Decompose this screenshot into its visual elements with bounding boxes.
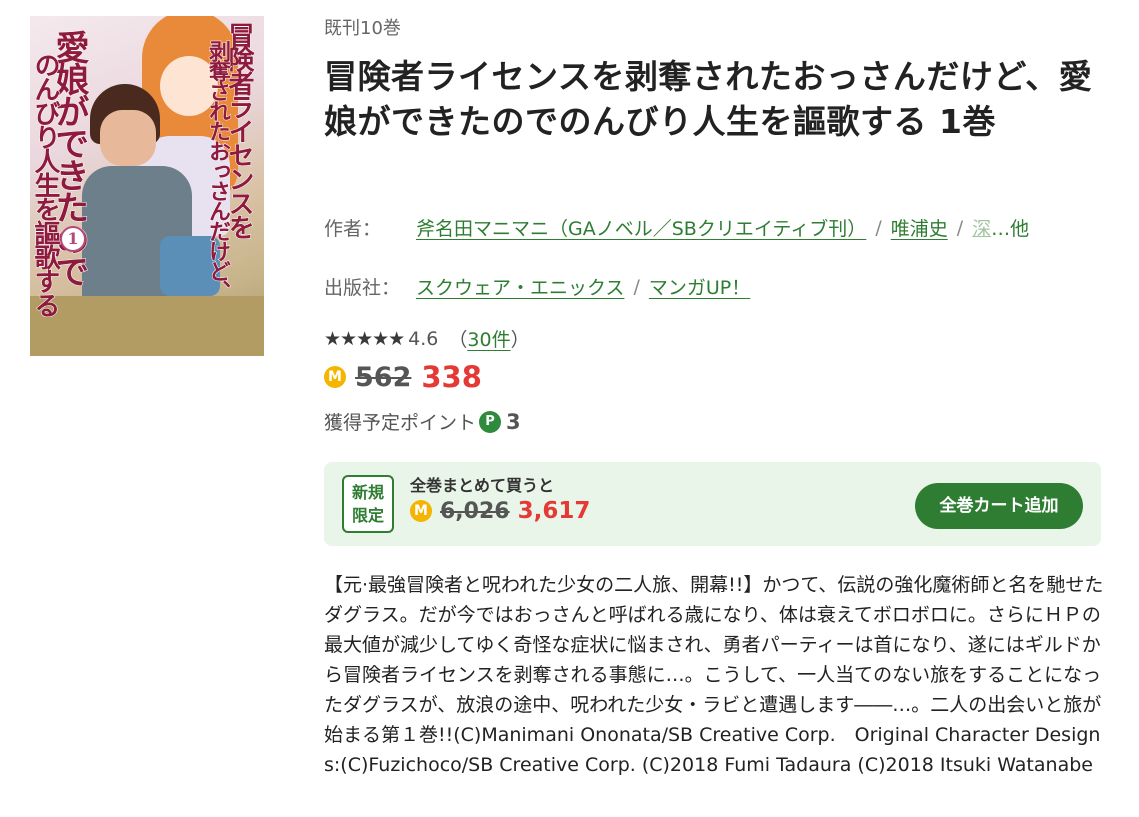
book-title: 冒険者ライセンスを剥奪されたおっさんだけど、愛娘ができたのでのんびり人生を謳歌す… [324,57,1093,141]
bulk-price: M 6,026 3,617 [410,498,590,524]
points-value: 3 [506,409,521,434]
author-more-link[interactable]: …他 [991,214,1029,241]
points: 獲得予定ポイント P 3 [324,408,521,435]
publisher-label: 出版社： [324,277,401,299]
rating-paren-close: ） [510,329,530,351]
sale-price: 338 [421,360,482,394]
separator: / [956,216,964,239]
cover-art-ground [30,296,264,356]
rating-paren-open: （ [448,329,468,351]
publisher-link-1[interactable]: スクウェア・エニックス [416,273,624,300]
publisher-link-2[interactable]: マンガUP！ [649,273,750,300]
rating-value: 4.6 [408,327,439,350]
badge-line-1: 新規 [351,483,384,502]
bulk-sale-price: 3,617 [517,498,591,524]
bulk-original-price: 6,026 [440,498,510,524]
price: M 562 338 [324,360,482,394]
author-link-1[interactable]: 斧名田マニマニ（GAノベル／SBクリエイティブ刊） [416,214,866,241]
coin-icon: M [324,366,346,388]
star-rating-icon: ★★★★★ [324,327,405,350]
book-cover-image[interactable]: 冒険者ライセンスを 剥奪されたおっさんだけど、 愛娘ができたので のんびり人生を… [30,16,264,356]
cover-title-line-4: のんびり人生を謳歌する [30,52,61,317]
rating: ★★★★★ 4.6 （ 30件 ） [324,325,530,352]
cover-volume-number: 1 [60,226,86,252]
bulk-purchase-banner: 新規 限定 全巻まとめて買うと M 6,026 3,617 全巻カート追加 [324,462,1101,546]
publisher-row: 出版社： スクウェア・エニックス / マンガUP！ [324,273,750,300]
author-link-2[interactable]: 唯浦史 [891,214,948,241]
add-all-volumes-to-cart-button[interactable]: 全巻カート追加 [915,483,1083,529]
badge-line-2: 限定 [351,506,384,525]
cover-title-line-2: 剥奪されたおっさんだけど、 [205,40,232,301]
cover-art-man-face [100,110,156,166]
author-label: 作者： [324,218,382,240]
coin-icon: M [410,500,432,522]
new-user-limited-badge: 新規 限定 [342,475,394,533]
author-link-3[interactable]: 深 [972,214,991,241]
bulk-caption: 全巻まとめて買うと [410,476,555,495]
separator: / [633,275,640,298]
issued-count: 既刊10巻 [324,18,401,39]
separator: / [875,216,882,239]
author-row: 作者： 斧名田マニマニ（GAノベル／SBクリエイティブ刊） / 唯浦史 / 深 … [324,214,1029,241]
original-price: 562 [355,361,412,393]
points-label: 獲得予定ポイント [324,412,477,434]
book-description: 【元·最強冒険者と呪われた少女の二人旅、開幕!!】かつて、伝説の強化魔術師と名を… [324,574,1104,776]
point-icon: P [479,410,502,433]
review-count-link[interactable]: 30件 [467,325,510,352]
